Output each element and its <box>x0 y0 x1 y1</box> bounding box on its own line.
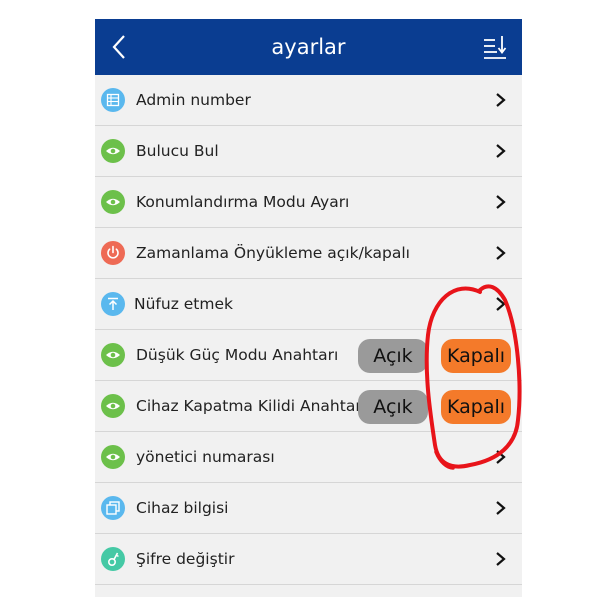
setting-penetrate[interactable]: Nüfuz etmek <box>95 279 522 330</box>
chevron-right-icon <box>496 450 506 464</box>
chevron-right-icon <box>496 552 506 566</box>
setting-label: Şifre değiştir <box>136 550 235 568</box>
eye-icon <box>101 394 125 418</box>
chevron-right-icon <box>496 501 506 515</box>
chevron-right-icon <box>496 93 506 107</box>
setting-label: Cihaz Kapatma Kilidi Anahtarı <box>136 397 367 415</box>
setting-label: Nüfuz etmek <box>134 295 233 313</box>
copy-icon <box>101 496 125 520</box>
setting-label: Düşük Güç Modu Anahtarı <box>136 346 339 364</box>
shutdown-lock-off-button[interactable]: Kapalı <box>441 390 511 424</box>
sort-down-icon <box>484 36 507 59</box>
setting-positioning-mode[interactable]: Konumlandırma Modu Ayarı <box>95 177 522 228</box>
eye-icon <box>101 445 125 469</box>
sort-button[interactable] <box>482 35 508 61</box>
settings-screen: ayarlar Admin number Bulucu Bul Konumlan… <box>95 19 522 597</box>
setting-low-power-switch: Düşük Güç Modu Anahtarı Açık Kapalı <box>95 330 522 381</box>
power-icon <box>101 241 125 265</box>
chevron-right-icon <box>496 246 506 260</box>
shutdown-lock-on-button[interactable]: Açık <box>358 390 428 424</box>
list-icon <box>101 88 125 112</box>
eye-icon <box>101 190 125 214</box>
setting-label: yönetici numarası <box>136 448 275 466</box>
setting-label: Bulucu Bul <box>136 142 219 160</box>
chevron-right-icon <box>496 195 506 209</box>
setting-find-locator[interactable]: Bulucu Bul <box>95 126 522 177</box>
setting-device-info[interactable]: Cihaz bilgisi <box>95 483 522 534</box>
low-power-on-button[interactable]: Açık <box>358 339 428 373</box>
settings-list: Admin number Bulucu Bul Konumlandırma Mo… <box>95 75 522 585</box>
setting-admin-numbers[interactable]: yönetici numarası <box>95 432 522 483</box>
setting-change-password[interactable]: Şifre değiştir <box>95 534 522 585</box>
setting-label: Admin number <box>136 91 251 109</box>
setting-scheduled-boot[interactable]: Zamanlama Önyükleme açık/kapalı <box>95 228 522 279</box>
setting-label: Cihaz bilgisi <box>136 499 229 517</box>
app-header: ayarlar <box>95 19 522 75</box>
chevron-right-icon <box>496 297 506 311</box>
upload-icon <box>101 292 125 316</box>
low-power-off-button[interactable]: Kapalı <box>441 339 511 373</box>
chevron-right-icon <box>496 144 506 158</box>
eye-icon <box>101 343 125 367</box>
setting-label: Zamanlama Önyükleme açık/kapalı <box>136 244 410 262</box>
page-title: ayarlar <box>271 35 346 59</box>
setting-shutdown-lock-switch: Cihaz Kapatma Kilidi Anahtarı Açık Kapal… <box>95 381 522 432</box>
setting-label: Konumlandırma Modu Ayarı <box>136 193 350 211</box>
key-icon <box>101 547 125 571</box>
eye-icon <box>101 139 125 163</box>
setting-admin-number[interactable]: Admin number <box>95 75 522 126</box>
